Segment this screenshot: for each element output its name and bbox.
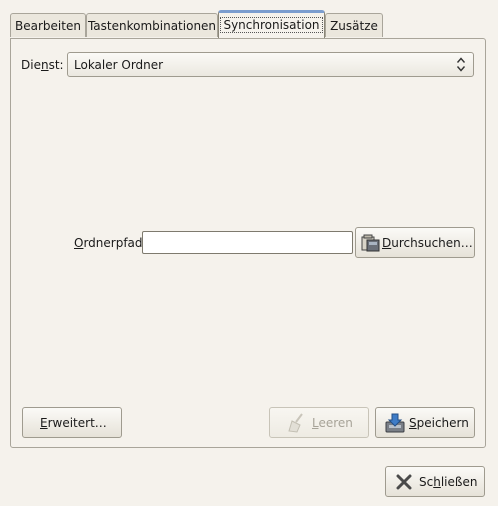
browse-button[interactable]: Durchsuchen… bbox=[355, 227, 475, 258]
tab-label: Synchronisation bbox=[220, 17, 323, 33]
tab-zusaetze[interactable]: Zusätze bbox=[325, 13, 383, 37]
service-combo[interactable]: Lokaler Ordner bbox=[67, 52, 474, 77]
broom-icon bbox=[288, 413, 303, 433]
save-icon bbox=[385, 413, 405, 433]
folder-browse-icon bbox=[361, 234, 380, 252]
clear-label: Leeren bbox=[312, 416, 353, 430]
tab-label: Tastenkombinationen bbox=[87, 19, 217, 33]
updown-arrows-icon bbox=[456, 57, 466, 72]
clear-button[interactable]: Leeren bbox=[269, 407, 369, 438]
save-button[interactable]: Speichern bbox=[375, 407, 475, 438]
close-icon bbox=[396, 474, 412, 490]
tab-label: Bearbeiten bbox=[15, 19, 81, 33]
close-button[interactable]: Schließen bbox=[385, 466, 485, 497]
advanced-label: Erweitert… bbox=[40, 416, 107, 430]
tab-label: Zusätze bbox=[330, 19, 378, 33]
advanced-button[interactable]: Erweitert… bbox=[22, 407, 122, 438]
tab-synchronisation[interactable]: Synchronisation bbox=[218, 10, 325, 39]
service-label: Dienst: bbox=[21, 58, 64, 72]
close-label: Schließen bbox=[419, 475, 478, 489]
save-label: Speichern bbox=[409, 416, 469, 430]
tab-tastenkombinationen[interactable]: Tastenkombinationen bbox=[86, 13, 218, 37]
folder-path-label: Ordnerpfad: bbox=[74, 236, 147, 250]
tab-bearbeiten[interactable]: Bearbeiten bbox=[10, 13, 86, 37]
browse-label: Durchsuchen… bbox=[382, 236, 473, 250]
service-value: Lokaler Ordner bbox=[74, 58, 164, 72]
folder-path-input[interactable] bbox=[142, 231, 353, 254]
